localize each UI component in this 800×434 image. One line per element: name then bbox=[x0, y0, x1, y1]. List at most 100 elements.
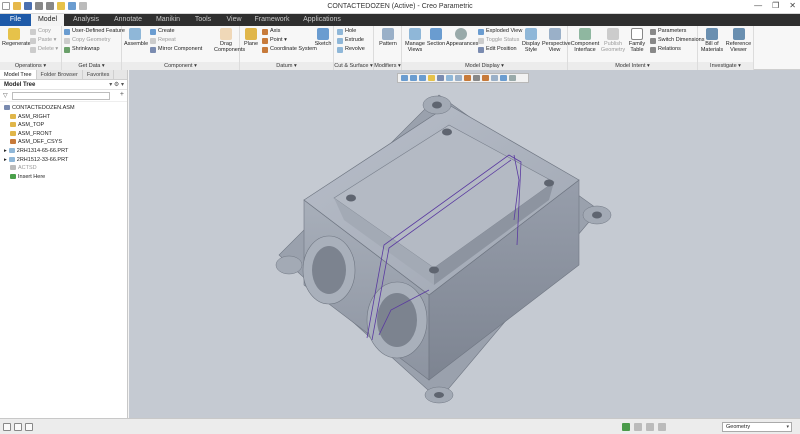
group-label[interactable]: Datum ▾ bbox=[240, 62, 333, 70]
filter-icon[interactable]: ▽ bbox=[3, 92, 8, 99]
hole-button[interactable]: Hole bbox=[337, 28, 356, 35]
component-interface-button[interactable]: Component Interface bbox=[570, 28, 600, 53]
spin-center-icon[interactable] bbox=[482, 75, 489, 81]
group-label[interactable]: Get Data ▾ bbox=[62, 62, 121, 70]
coordinate-system-button[interactable]: Coordinate System bbox=[262, 46, 317, 53]
tree-node[interactable]: ASM_TOP bbox=[0, 121, 127, 130]
close-button[interactable]: ✕ bbox=[789, 1, 796, 10]
manage-views-button[interactable]: Manage Views bbox=[404, 28, 426, 53]
copy-geometry-button[interactable]: Copy Geometry bbox=[64, 37, 111, 44]
reference-viewer-button[interactable]: Reference Viewer bbox=[725, 28, 752, 53]
parameters-button[interactable]: Parameters bbox=[650, 28, 686, 35]
datum-display-icon[interactable] bbox=[464, 75, 471, 81]
model-render[interactable] bbox=[129, 70, 800, 418]
group-label[interactable]: Cut & Surface ▾ bbox=[334, 62, 373, 70]
drag-components-button[interactable]: Drag Components bbox=[214, 28, 245, 53]
tab-model[interactable]: Model bbox=[31, 14, 64, 26]
group-label[interactable]: Investigate ▾ bbox=[698, 62, 753, 70]
appearance-icon[interactable] bbox=[509, 75, 516, 81]
tab-file[interactable]: File bbox=[0, 14, 31, 26]
exploded-view-button[interactable]: Exploded View bbox=[478, 28, 522, 35]
assemble-button[interactable]: Assemble bbox=[124, 28, 148, 47]
group-label[interactable]: Model Display ▾ bbox=[402, 62, 567, 70]
saved-views-icon[interactable] bbox=[446, 75, 453, 81]
zoom-in-icon[interactable] bbox=[410, 75, 417, 81]
group-investigate: Bill of Materials Reference Viewer Inves… bbox=[698, 26, 754, 70]
expand-arrow-icon[interactable]: ▸ bbox=[4, 157, 7, 163]
relations-button[interactable]: Relations bbox=[650, 46, 681, 53]
toggle-status-button[interactable]: Toggle Status bbox=[478, 37, 519, 44]
copy-button[interactable]: Copy bbox=[30, 28, 51, 35]
edit-position-button[interactable]: Edit Position bbox=[478, 46, 517, 53]
bill-of-materials-button[interactable]: Bill of Materials bbox=[700, 28, 724, 53]
shrinkwrap-button[interactable]: Shrinkwrap bbox=[64, 46, 100, 53]
tree-node[interactable]: ASM_DEF_CSYS bbox=[0, 138, 127, 147]
tab-annotate[interactable]: Annotate bbox=[108, 14, 148, 26]
axis-button[interactable]: Axis bbox=[262, 28, 280, 35]
point-button[interactable]: Point ▾ bbox=[262, 37, 287, 44]
tree-settings-icon[interactable]: ▾ ⚙ ▾ bbox=[109, 80, 124, 90]
tab-tools[interactable]: Tools bbox=[188, 14, 218, 26]
navigator-toggle-icon[interactable] bbox=[3, 423, 11, 431]
maximize-button[interactable]: ❐ bbox=[772, 1, 779, 10]
group-label[interactable]: Model Intent ▾ bbox=[568, 62, 697, 70]
zoom-out-icon[interactable] bbox=[419, 75, 426, 81]
tree-search-input[interactable] bbox=[12, 92, 110, 100]
tree-node[interactable]: CONTACTEDOZEN.ASM bbox=[0, 104, 127, 113]
graphics-area[interactable] bbox=[129, 70, 800, 418]
refit-icon[interactable] bbox=[401, 75, 408, 81]
tab-analysis[interactable]: Analysis bbox=[66, 14, 106, 26]
tab-applications[interactable]: Applications bbox=[298, 14, 346, 26]
tab-favorites[interactable]: Favorites bbox=[83, 70, 115, 79]
minimize-button[interactable]: — bbox=[754, 1, 762, 10]
section-button[interactable]: Section bbox=[426, 28, 446, 47]
publish-geometry-button[interactable]: Publish Geometry bbox=[600, 28, 626, 53]
tab-framework[interactable]: Framework bbox=[250, 14, 294, 26]
pattern-button[interactable]: Pattern bbox=[376, 28, 400, 47]
revolve-button[interactable]: Revolve bbox=[337, 46, 365, 53]
family-table-button[interactable]: Family Table bbox=[626, 28, 648, 53]
mirror-component-button[interactable]: Mirror Component bbox=[150, 46, 202, 53]
perspective-icon[interactable] bbox=[491, 75, 498, 81]
tab-manikin[interactable]: Manikin bbox=[150, 14, 186, 26]
display-style-button[interactable]: Display Style bbox=[520, 28, 542, 53]
expand-icon[interactable]: + bbox=[120, 91, 124, 98]
appearances-button[interactable]: Appearances bbox=[446, 28, 478, 47]
switch-dimensions-button[interactable]: Switch Dimensions bbox=[650, 37, 704, 44]
delete-button[interactable]: Delete ▾ bbox=[30, 46, 58, 53]
group-label[interactable]: Operations ▾ bbox=[0, 62, 61, 70]
fullscreen-icon[interactable] bbox=[25, 423, 33, 431]
extrude-button[interactable]: Extrude bbox=[337, 37, 364, 44]
regen-status-icon[interactable] bbox=[622, 423, 630, 431]
group-label[interactable]: Modifiers ▾ bbox=[374, 62, 401, 70]
udf-button[interactable]: User-Defined Feature bbox=[64, 28, 125, 35]
create-button[interactable]: Create bbox=[150, 28, 175, 35]
browser-toggle-icon[interactable] bbox=[14, 423, 22, 431]
tree-node[interactable]: ASM_RIGHT bbox=[0, 113, 127, 122]
message-icon[interactable] bbox=[634, 423, 642, 431]
tree-node[interactable]: ▸ 2RH1314-65-66.PRT bbox=[0, 147, 127, 156]
orient-icon[interactable] bbox=[437, 75, 444, 81]
repeat-button[interactable]: Repeat bbox=[150, 37, 176, 44]
tree-node[interactable]: ▸ 2RH1512-33-66.PRT bbox=[0, 156, 127, 165]
expand-arrow-icon[interactable]: ▸ bbox=[4, 148, 7, 154]
regenerate-button[interactable]: Regenerate bbox=[2, 28, 31, 47]
tab-view[interactable]: View bbox=[220, 14, 248, 26]
tab-model-tree[interactable]: Model Tree bbox=[0, 70, 37, 79]
select-icon[interactable] bbox=[646, 423, 654, 431]
paste-button[interactable]: Paste ▾ bbox=[30, 37, 56, 44]
tab-folder-browser[interactable]: Folder Browser bbox=[37, 70, 83, 79]
section-icon[interactable] bbox=[500, 75, 507, 81]
display-style-icon[interactable] bbox=[455, 75, 462, 81]
repaint-icon[interactable] bbox=[428, 75, 435, 81]
sketch-button[interactable]: Sketch bbox=[314, 28, 332, 47]
smart-select-icon[interactable] bbox=[658, 423, 666, 431]
perspective-view-button[interactable]: Perspective View bbox=[542, 28, 571, 53]
tree-node[interactable]: Insert Here bbox=[0, 173, 127, 182]
tree-node[interactable]: ASM_FRONT bbox=[0, 130, 127, 139]
selection-filter-dropdown[interactable]: Geometry ▾ bbox=[722, 422, 792, 432]
annotation-icon[interactable] bbox=[473, 75, 480, 81]
tree-node[interactable]: ACTSD bbox=[0, 164, 127, 173]
group-label[interactable]: Component ▾ bbox=[122, 62, 239, 70]
plane-button[interactable]: Plane bbox=[242, 28, 260, 47]
